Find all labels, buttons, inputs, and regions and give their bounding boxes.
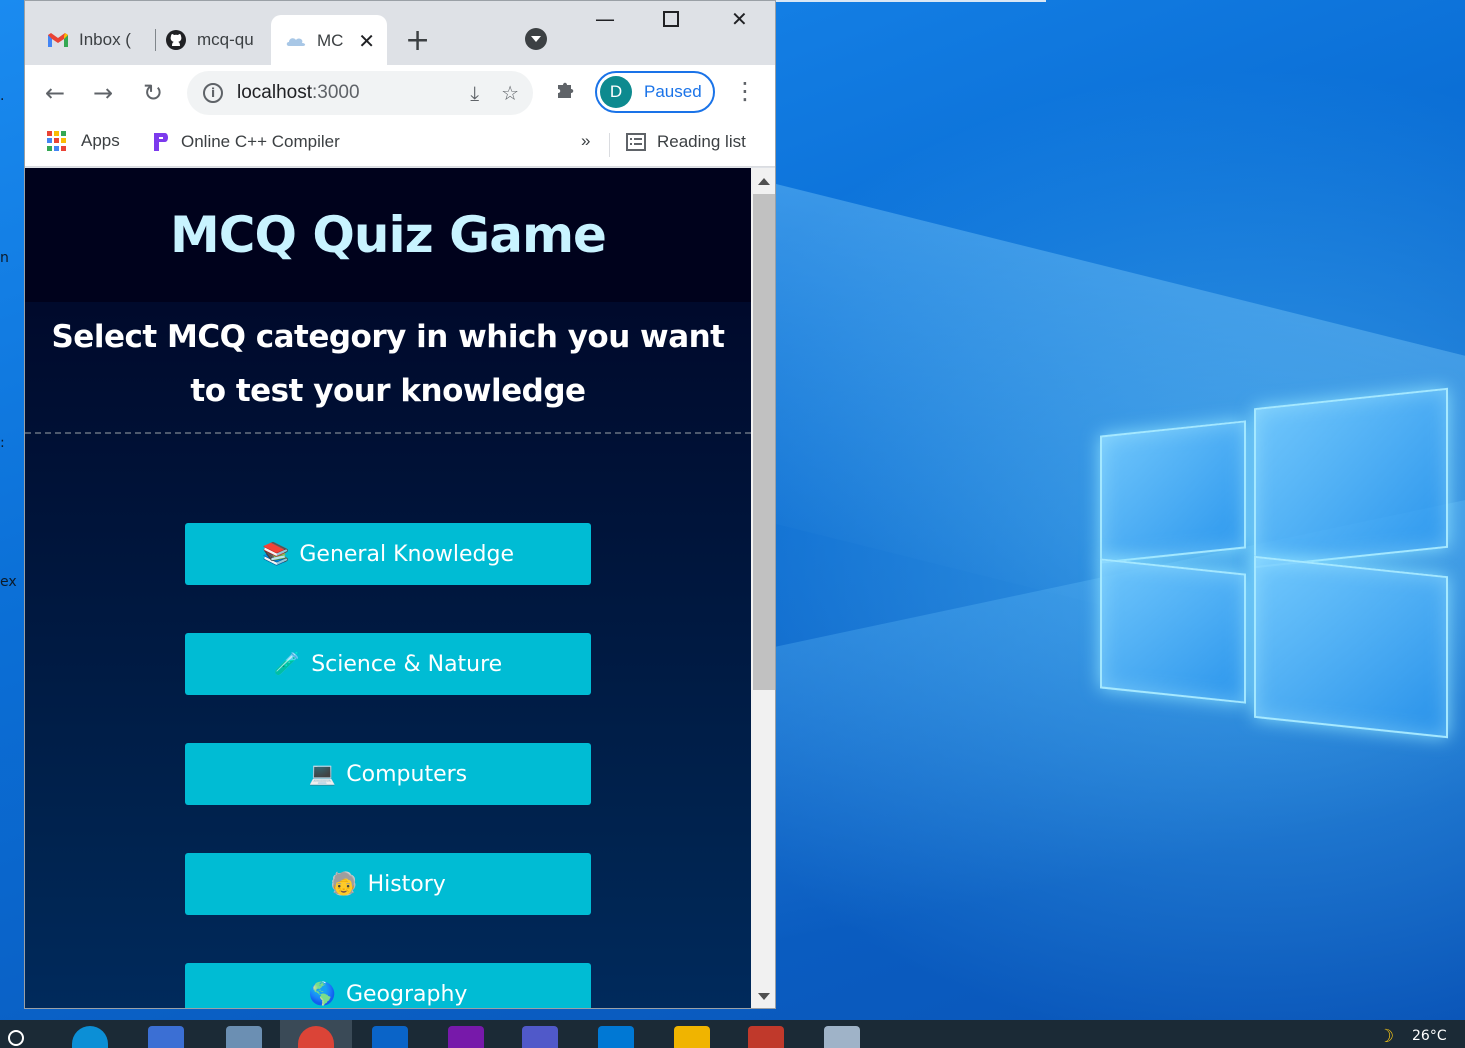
browser-window: Inbox ( mcq-qu MC ✕ + — ✕ ← → ↻ i localh… — [24, 0, 776, 1009]
bookmark-label: Apps — [81, 131, 120, 150]
tab-label: Inbox ( — [79, 30, 131, 49]
category-list: 📚 General Knowledge 🧪 Science & Nature 💻… — [185, 523, 591, 1008]
desktop-icon-label[interactable]: ex — [0, 574, 17, 590]
bookmark-online-compiler[interactable]: Online C++ Compiler — [149, 131, 340, 153]
url-text: localhost:3000 — [237, 82, 360, 103]
close-window-button[interactable]: ✕ — [731, 7, 748, 31]
new-tab-button[interactable]: + — [405, 23, 430, 58]
profile-status: Paused — [644, 82, 702, 101]
info-icon[interactable]: i — [203, 83, 223, 103]
category-label: History — [367, 871, 446, 897]
bookmarks-bar: Apps Online C++ Compiler » Reading list — [25, 121, 775, 167]
tab-strip: Inbox ( mcq-qu MC ✕ + — ✕ — [25, 1, 775, 67]
weather-moon-icon[interactable]: ☽ — [1378, 1026, 1394, 1047]
file-explorer-icon[interactable] — [674, 1026, 710, 1048]
edge-icon[interactable] — [72, 1026, 108, 1048]
tab-label: MC — [317, 31, 344, 50]
reload-icon[interactable]: ↻ — [143, 79, 163, 107]
bookmark-label: Reading list — [657, 132, 746, 151]
tab-github[interactable]: mcq-qu — [165, 21, 269, 59]
category-label: Science & Nature — [311, 651, 503, 677]
app-icon[interactable] — [148, 1026, 184, 1048]
category-label: Geography — [345, 981, 468, 1007]
apps-grid-icon — [47, 131, 67, 151]
back-icon[interactable]: ← — [45, 79, 65, 107]
older-person-icon: 🧓 — [330, 871, 358, 897]
avatar: D — [600, 76, 632, 108]
close-icon[interactable]: ✕ — [358, 29, 375, 54]
category-button-computers[interactable]: 💻 Computers — [185, 743, 591, 805]
scrollbar-thumb[interactable] — [753, 194, 775, 690]
address-bar[interactable]: i localhost:3000 ⤓ ☆ — [187, 71, 533, 115]
windows-logo-icon — [1096, 380, 1448, 740]
category-label: Computers — [346, 761, 468, 787]
programiz-icon — [149, 131, 171, 153]
page-header: MCQ Quiz Game — [25, 168, 751, 302]
divider — [609, 133, 610, 157]
tab-separator — [155, 29, 156, 51]
reading-list-icon — [625, 131, 647, 153]
globe-icon: 🌎 — [308, 981, 336, 1007]
category-button-history[interactable]: 🧓 History — [185, 853, 591, 915]
extensions-puzzle-icon[interactable] — [555, 79, 577, 107]
app-icon[interactable] — [748, 1026, 784, 1048]
app-icon[interactable] — [824, 1026, 860, 1048]
bookmark-label: Online C++ Compiler — [181, 132, 340, 151]
github-icon — [165, 29, 187, 51]
desktop-icon-label[interactable]: : — [0, 435, 5, 451]
teams-icon[interactable] — [522, 1026, 558, 1048]
page-subtitle: Select MCQ category in which you want to… — [25, 302, 751, 434]
desktop-icon-label[interactable]: . — [0, 88, 4, 104]
more-options-icon[interactable]: ⋮ — [733, 77, 757, 105]
tab-mcq-quiz[interactable]: MC ✕ — [271, 15, 387, 67]
tab-label: mcq-qu — [197, 30, 254, 49]
desktop-icon-label[interactable]: n — [0, 250, 9, 266]
vscode-icon[interactable] — [598, 1026, 634, 1048]
window-edge — [776, 0, 1046, 2]
outlook-icon[interactable] — [372, 1026, 408, 1048]
category-button-science-nature[interactable]: 🧪 Science & Nature — [185, 633, 591, 695]
category-button-geography[interactable]: 🌎 Geography — [185, 963, 591, 1008]
tab-search-button[interactable] — [525, 28, 547, 50]
scroll-down-arrow-icon[interactable] — [758, 993, 770, 1000]
search-icon[interactable] — [8, 1030, 24, 1046]
maximize-button[interactable] — [663, 11, 679, 27]
page-title: MCQ Quiz Game — [170, 206, 607, 264]
category-button-general-knowledge[interactable]: 📚 General Knowledge — [185, 523, 591, 585]
bookmark-star-icon[interactable]: ☆ — [501, 81, 519, 105]
page-viewport: MCQ Quiz Game Select MCQ category in whi… — [25, 168, 751, 1008]
page-scrollbar[interactable] — [751, 168, 775, 1008]
install-app-icon[interactable]: ⤓ — [470, 81, 479, 105]
scroll-up-arrow-icon[interactable] — [758, 178, 770, 185]
profile-button[interactable]: D Paused — [595, 71, 715, 113]
weather-temperature[interactable]: 26°C — [1412, 1028, 1447, 1044]
category-label: General Knowledge — [299, 541, 515, 567]
test-tube-icon: 🧪 — [273, 651, 302, 677]
laptop-icon: 💻 — [308, 761, 337, 787]
browser-toolbar: ← → ↻ i localhost:3000 ⤓ ☆ D Paused ⋮ — [25, 65, 775, 121]
cloud-favicon-icon — [285, 30, 307, 52]
forward-icon[interactable]: → — [93, 79, 113, 107]
reading-list-button[interactable]: Reading list — [625, 131, 746, 153]
taskbar: ☽ 26°C — [0, 1020, 1465, 1048]
gmail-icon — [47, 29, 69, 51]
onenote-icon[interactable] — [448, 1026, 484, 1048]
books-icon: 📚 — [261, 541, 290, 567]
minimize-button[interactable]: — — [595, 7, 615, 31]
tab-gmail[interactable]: Inbox ( — [47, 21, 163, 59]
app-icon[interactable] — [226, 1026, 262, 1048]
bookmark-apps[interactable]: Apps — [47, 131, 120, 151]
bookmarks-overflow-button[interactable]: » — [581, 131, 590, 151]
